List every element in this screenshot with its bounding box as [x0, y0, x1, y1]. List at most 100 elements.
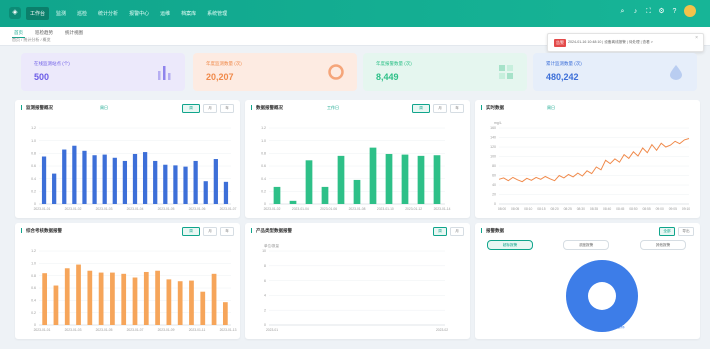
- pill-concentration-alarm[interactable]: 浓度报警: [563, 240, 609, 250]
- nav-item[interactable]: 巡检: [73, 7, 91, 20]
- bar: [122, 160, 128, 204]
- bar: [213, 159, 218, 204]
- nav-item[interactable]: 工作台: [26, 7, 50, 20]
- y-tick-label: 80: [492, 164, 496, 168]
- nav-item[interactable]: 报警中心: [125, 7, 153, 20]
- series-line: [498, 138, 690, 183]
- filter-dropdown[interactable]: 工作日: [327, 105, 339, 111]
- bar: [385, 153, 393, 204]
- y-tick-label: 1.2: [261, 126, 266, 130]
- x-tick-label: 08:05: [511, 207, 519, 211]
- stat-card-monitoring: 年度监测数量 (次) 20,207: [193, 53, 357, 91]
- y-tick-label: 0: [264, 323, 266, 327]
- grid-icon: [499, 65, 513, 79]
- bar: [53, 285, 59, 325]
- pill-other-alarm[interactable]: 其他报警: [640, 240, 686, 250]
- export-button[interactable]: 导出: [678, 227, 694, 236]
- y-tick-label: 0.6: [261, 164, 266, 168]
- month-button[interactable]: 月: [203, 104, 217, 113]
- x-tick-label: 08:55: [642, 207, 650, 211]
- bar: [321, 186, 329, 204]
- x-tick-label: 2023-01-05: [158, 207, 175, 211]
- nav-item[interactable]: 档案库: [177, 7, 200, 20]
- fullscreen-icon[interactable]: ⛶: [645, 8, 652, 15]
- filter-dropdown[interactable]: 周日: [100, 105, 108, 111]
- y-tick-label: 1.0: [31, 262, 36, 266]
- bar: [153, 160, 158, 204]
- nav-item[interactable]: 系统管理: [203, 7, 231, 20]
- breadcrumb: 首页 / 统计分析 / 概览: [12, 37, 51, 42]
- x-tick-label: 2023-01-02: [264, 207, 281, 211]
- y-tick-label: 2: [264, 308, 266, 312]
- close-icon[interactable]: ×: [695, 35, 698, 41]
- alert-notification[interactable]: 告警 2024-01-16 10:48:10 | 设备离线报警 | 待处理 | …: [547, 33, 704, 52]
- bar: [177, 281, 183, 325]
- stat-value: 480,242: [546, 72, 579, 82]
- app-logo[interactable]: ◈: [9, 7, 21, 19]
- settings-icon[interactable]: ⚙: [658, 8, 665, 15]
- card-title: 数据报警概况: [251, 105, 283, 110]
- bar: [203, 181, 208, 204]
- x-tick-label: 2023-01-02: [65, 207, 82, 211]
- y-tick-label: 0.8: [31, 274, 36, 278]
- bar: [142, 152, 148, 204]
- pie-chart-alarms: 超标: [566, 259, 638, 333]
- user-avatar[interactable]: [684, 5, 696, 17]
- y-tick-label: 0: [494, 202, 496, 206]
- y-tick-label: 0.8: [31, 152, 36, 156]
- y-tick-label: 0: [34, 323, 36, 327]
- card-data-alarms: 数据报警概况 工作日 周 月 年 0 0.2 0.4 0.6 0.8 1.0 1.2 2023…: [245, 100, 470, 218]
- nav-item[interactable]: 统计分析: [94, 7, 122, 20]
- x-tick-label: 2023-01-12: [405, 207, 422, 211]
- x-tick-label: 2023-01-10: [377, 207, 394, 211]
- card-title: 报警数据: [481, 228, 504, 233]
- y-tick-label: 10: [262, 249, 266, 253]
- y-tick-label: 1.0: [31, 139, 36, 143]
- y-tick-label: 0.6: [31, 164, 36, 168]
- nav-item[interactable]: 运维: [156, 7, 174, 20]
- nav-item[interactable]: 监测: [52, 7, 70, 20]
- bell-icon[interactable]: ♪: [632, 8, 639, 15]
- stat-label: 累计监测数量 (次): [546, 61, 582, 66]
- bar: [222, 302, 228, 325]
- bar: [163, 164, 168, 204]
- filter-dropdown[interactable]: 周日: [547, 105, 555, 111]
- x-tick-label: 2023-01-07: [220, 207, 237, 211]
- bar: [337, 155, 345, 204]
- card-monitoring-alarms: 监测报警概况 周日 周 月 年 0 0.2 0.4 0.6 0.8 1.0 1.2 2023-…: [15, 100, 240, 218]
- help-icon[interactable]: ?: [671, 8, 678, 15]
- year-button[interactable]: 年: [220, 104, 234, 113]
- x-tick-label: 2023-01-09: [158, 328, 175, 332]
- x-tick-label: 2023-01-01: [34, 207, 51, 211]
- x-tick-label: 2023-02: [436, 328, 448, 332]
- search-icon[interactable]: ⌕: [619, 8, 626, 15]
- x-tick-label: 08:40: [603, 207, 611, 211]
- bar: [110, 272, 115, 325]
- period-buttons: 周 月 年: [182, 104, 234, 113]
- bar: [143, 271, 149, 325]
- y-tick-label: 0.6: [31, 286, 36, 290]
- x-tick-label: 09:00: [656, 207, 664, 211]
- bar: [87, 270, 93, 325]
- x-tick-label: 2023-01-05: [96, 328, 113, 332]
- week-button[interactable]: 周: [182, 104, 200, 113]
- bar: [82, 150, 87, 204]
- month-button[interactable]: 月: [433, 104, 447, 113]
- x-tick-label: 2023-01-03: [96, 207, 113, 211]
- year-button[interactable]: 年: [450, 104, 464, 113]
- bar: [41, 156, 47, 204]
- x-tick-label: 08:25: [564, 207, 572, 211]
- stat-value: 8,449: [376, 72, 399, 82]
- pill-exceed-alarm[interactable]: 超标报警: [487, 240, 533, 250]
- top-navigation-bar: ◈ 工作台 监测 巡检 统计分析 报警中心 运维 档案库 系统管理 ⌕ ♪ ⛶ ⚙ ?: [0, 0, 710, 27]
- bar: [433, 155, 441, 204]
- pie-legend-label: 超标: [617, 324, 625, 329]
- y-tick-label: 0.4: [31, 177, 36, 181]
- week-button[interactable]: 周: [412, 104, 430, 113]
- stat-label: 年度报警数量 (次): [376, 61, 412, 66]
- y-tick-label: 0: [34, 202, 36, 206]
- tab-item[interactable]: 统计视图: [63, 29, 85, 38]
- bar: [166, 279, 172, 325]
- all-button[interactable]: 全部: [659, 227, 675, 236]
- x-tick-label: 09:05: [669, 207, 677, 211]
